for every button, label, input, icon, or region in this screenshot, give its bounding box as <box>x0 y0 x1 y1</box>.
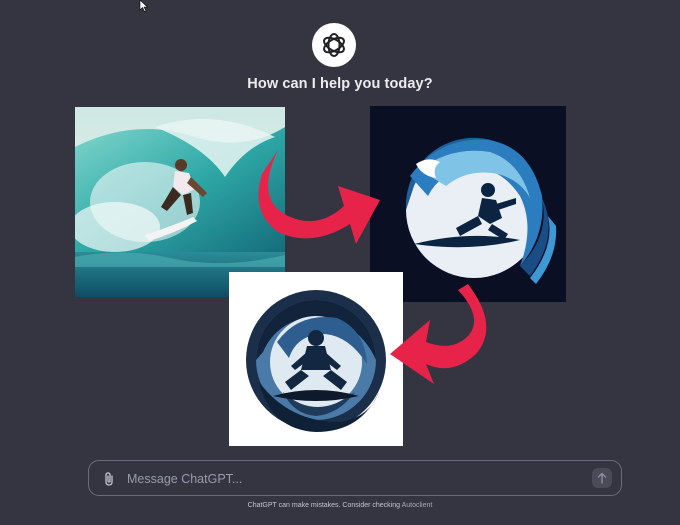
disclaimer-text: ChatGPT can make mistakes. Consider chec… <box>0 502 680 509</box>
curved-arrow-left-icon <box>390 284 487 384</box>
surfer-photo-image <box>75 107 285 297</box>
page-heading: How can I help you today? <box>247 76 433 92</box>
message-input[interactable] <box>125 467 579 491</box>
mouse-cursor-icon <box>139 0 149 12</box>
arrow-up-icon <box>597 472 607 484</box>
paperclip-icon[interactable] <box>101 470 117 488</box>
send-button[interactable] <box>592 468 612 488</box>
disclaimer-message: ChatGPT can make mistakes. Consider chec… <box>247 502 401 509</box>
message-composer <box>88 460 622 496</box>
curved-arrow-right-icon <box>258 150 380 244</box>
chat-page: How can I help you today? Message ChatGP… <box>0 0 680 525</box>
openai-logo-icon <box>312 23 356 67</box>
surfer-logo-light-image <box>229 272 403 446</box>
disclaimer-link[interactable]: Autoclient <box>402 502 433 509</box>
